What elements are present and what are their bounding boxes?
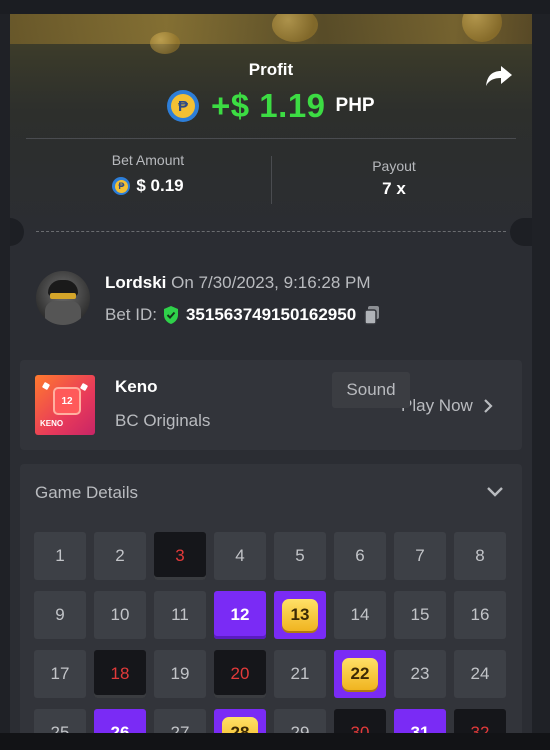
keno-game-thumbnail[interactable]: 12 KENO — [35, 375, 95, 435]
keno-cell-23: 23 — [394, 650, 446, 698]
bet-user-line: Lordski On 7/30/2023, 9:16:28 PM — [105, 273, 371, 293]
avatar[interactable] — [36, 271, 90, 325]
profit-currency: PHP — [335, 95, 375, 116]
payout-stat: Payout 7 x — [316, 158, 472, 199]
keno-cell-28: 28 — [214, 709, 266, 733]
keno-cell-7: 7 — [394, 532, 446, 580]
keno-cell-14: 14 — [334, 591, 386, 639]
keno-cell-13: 13 — [274, 591, 326, 639]
game-provider: BC Originals — [115, 411, 211, 430]
keno-cell-26: 26 — [94, 709, 146, 733]
bet-id-line: Bet ID: 351563749150162950 — [105, 305, 381, 325]
play-now-link[interactable]: Play Now — [401, 396, 493, 416]
keno-cell-32: 32 — [454, 709, 506, 733]
keno-cell-21: 21 — [274, 650, 326, 698]
hero-banner-strip — [10, 14, 532, 44]
bet-amount-value: $ 0.19 — [136, 176, 184, 195]
keno-cell-11: 11 — [154, 591, 206, 639]
game-card[interactable]: 12 KENO Keno BC Originals Play Now — [20, 360, 522, 450]
profit-value: +$ 1.19 — [211, 87, 326, 124]
payout-value: 7 x — [382, 179, 406, 198]
bet-id-value: 351563749150162950 — [185, 305, 357, 324]
keno-cell-17: 17 — [34, 650, 86, 698]
keno-cell-15: 15 — [394, 591, 446, 639]
left-gutter — [0, 14, 10, 733]
keno-tile-icon: 12 — [53, 387, 81, 415]
profit-row: ₱ +$ 1.19 PHP — [167, 86, 375, 126]
keno-cell-22: 22 — [334, 650, 386, 698]
play-now-label: Play Now — [401, 396, 473, 415]
profit-label: Profit — [248, 60, 294, 79]
ticket-notch-right — [510, 218, 532, 246]
right-gutter — [532, 14, 550, 733]
keno-cell-24: 24 — [454, 650, 506, 698]
keno-cell-8: 8 — [454, 532, 506, 580]
copy-icon[interactable] — [363, 305, 381, 325]
php-coin-icon: ₱ — [112, 177, 131, 195]
keno-cell-3: 3 — [154, 532, 206, 580]
payout-label: Payout — [372, 158, 416, 174]
keno-cell-20: 20 — [214, 650, 266, 698]
dashed-separator — [36, 231, 506, 232]
keno-hit-gem: 22 — [342, 658, 378, 690]
keno-cell-4: 4 — [214, 532, 266, 580]
keno-cell-30: 30 — [334, 709, 386, 733]
bet-amount-stat: Bet Amount ₱ $ 0.19 — [70, 152, 226, 196]
keno-cell-10: 10 — [94, 591, 146, 639]
stat-separator — [271, 156, 272, 204]
php-coin-icon: ₱ — [167, 90, 199, 122]
keno-hit-gem: 13 — [282, 599, 318, 631]
sound-tooltip: Sound — [332, 372, 410, 408]
bet-amount-label: Bet Amount — [111, 152, 185, 168]
game-details-title: Game Details — [35, 483, 138, 502]
share-icon[interactable] — [484, 62, 514, 90]
keno-cell-25: 25 — [34, 709, 86, 733]
coin-decoration — [150, 32, 180, 54]
game-details-panel: Game Details 1 2 3 4 5 6 7 8 9 10 11 12 13 14 15 16 17 18… — [20, 464, 522, 733]
bet-detail-card: Profit ₱ +$ 1.19 PHP Bet Amount ₱ $ 0.19… — [10, 14, 532, 733]
keno-cell-5: 5 — [274, 532, 326, 580]
keno-cell-2: 2 — [94, 532, 146, 580]
keno-cell-12: 12 — [214, 591, 266, 639]
keno-cell-31: 31 — [394, 709, 446, 733]
top-bar — [0, 0, 550, 14]
chevron-down-icon[interactable] — [486, 486, 504, 498]
keno-cell-16: 16 — [454, 591, 506, 639]
bet-id-label: Bet ID: — [105, 305, 157, 324]
keno-cell-18: 18 — [94, 650, 146, 698]
keno-cell-9: 9 — [34, 591, 86, 639]
chevron-right-icon — [484, 399, 493, 413]
keno-cell-1: 1 — [34, 532, 86, 580]
keno-thumb-label: KENO — [40, 419, 64, 428]
keno-hit-gem: 28 — [222, 717, 258, 733]
keno-cell-27: 27 — [154, 709, 206, 733]
keno-cell-19: 19 — [154, 650, 206, 698]
keno-cell-29: 29 — [274, 709, 326, 733]
game-name: Keno — [115, 377, 158, 396]
bet-date: On 7/30/2023, 9:16:28 PM — [171, 273, 371, 292]
verified-shield-icon — [163, 306, 178, 324]
divider — [26, 138, 516, 139]
bottom-bar — [0, 733, 550, 750]
keno-cell-6: 6 — [334, 532, 386, 580]
username[interactable]: Lordski — [105, 273, 166, 292]
